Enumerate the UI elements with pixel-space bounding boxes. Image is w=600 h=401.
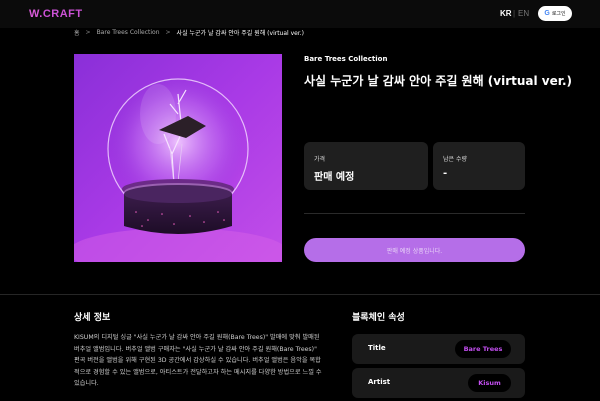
attribute-row-title: Title Bare Trees	[352, 334, 525, 364]
lang-separator: |	[513, 9, 516, 18]
details-heading: 상세 정보	[74, 313, 111, 323]
attribute-row-artist: Artist Kisum	[352, 368, 525, 398]
section-divider	[0, 294, 600, 295]
logo-w: W.	[29, 8, 43, 20]
artwork-image	[74, 54, 282, 262]
breadcrumb-collection[interactable]: Bare Trees Collection	[97, 29, 160, 36]
login-label: 로그인	[551, 11, 566, 17]
attribute-value-pill: Bare Trees	[455, 340, 511, 358]
attribute-value-pill: Kisum	[468, 374, 511, 392]
price-value: 판매 예정	[314, 172, 355, 183]
login-button[interactable]: G 로그인	[538, 6, 572, 21]
price-label: 가격	[314, 156, 326, 163]
attribute-label: Artist	[368, 378, 391, 386]
product-title: 사실 누군가 날 감싸 안아 주길 원해 (virtual ver.)	[304, 74, 573, 88]
collection-name[interactable]: Bare Trees Collection	[304, 55, 387, 63]
lang-en-link[interactable]: EN	[518, 9, 529, 18]
breadcrumb-home[interactable]: 홈	[74, 28, 80, 37]
price-card: 가격 판매 예정	[304, 142, 428, 190]
buy-button[interactable]: 판매 예정 상품입니다.	[304, 238, 525, 262]
details-text: KISUM의 디지털 싱글 "사실 누군가 날 감싸 안아 주길 원해(Bare…	[74, 334, 322, 387]
lang-kr-link[interactable]: KR	[500, 9, 512, 18]
remaining-quantity-value: -	[443, 168, 448, 179]
wcraft-logo[interactable]: W.CRAFT	[29, 8, 83, 20]
divider	[304, 213, 525, 214]
attribute-label: Title	[368, 344, 386, 352]
top-header: W.CRAFT KR | EN G 로그인	[0, 0, 600, 28]
google-icon: G	[544, 10, 550, 17]
remaining-quantity-card: 남은 수량 -	[433, 142, 525, 190]
breadcrumb: 홈 > Bare Trees Collection > 사실 누군가 날 감싸 …	[74, 28, 304, 37]
breadcrumb-separator: >	[85, 29, 91, 36]
remaining-quantity-label: 남은 수량	[443, 156, 467, 163]
logo-rest: CRAFT	[42, 8, 83, 20]
breadcrumb-separator: >	[165, 29, 171, 36]
blockchain-heading: 블록체인 속성	[352, 313, 405, 323]
breadcrumb-current: 사실 누군가 날 감싸 안아 주길 원해 (virtual ver.)	[176, 30, 305, 37]
snow-globe-illustration	[74, 54, 282, 262]
